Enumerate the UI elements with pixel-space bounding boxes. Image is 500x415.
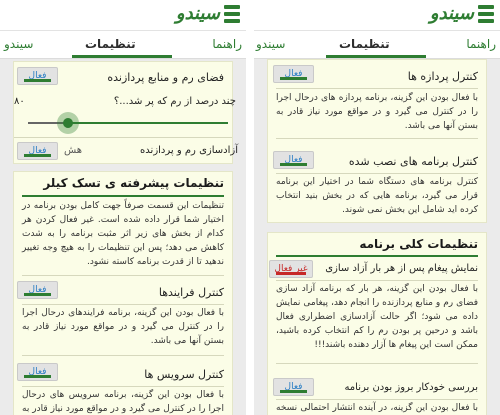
menu-icon[interactable]	[224, 4, 240, 23]
process-control-description: با فعال بودن این گزینه، برنامه پردازه ها…	[276, 93, 478, 131]
threshold-slider-thumb[interactable]	[57, 112, 79, 134]
installed-apps-description: کنترل برنامه های دستگاه شما در اختیار ای…	[276, 177, 478, 215]
process-control-description: با فعال بودن این گزینه، برنامه فرایندهای…	[22, 308, 224, 346]
service-control-title: کنترل سرویس ها	[144, 368, 224, 381]
installed-apps-toggle[interactable]: فعال	[273, 151, 314, 169]
app-logo-text: سیندو	[429, 3, 474, 24]
tab-help[interactable]: راهنما	[466, 37, 496, 51]
app-logo: سیندو	[430, 3, 494, 24]
menu-icon[interactable]	[478, 4, 494, 23]
advanced-settings-description: تنظیمات این قسمت صرفاً جهت کامل بودن برن…	[22, 201, 224, 267]
tab-sindo[interactable]: سیندو	[4, 37, 33, 51]
row-divider	[14, 137, 232, 138]
advanced-settings-card: تنظیمات پیشرفته ی تسک کیلر تنظیمات این ق…	[13, 171, 233, 415]
show-message-description: با فعال بودن این گزینه، هر بار که برنامه…	[276, 284, 478, 350]
row-divider	[276, 173, 478, 174]
row-divider	[276, 88, 478, 89]
toggle-indicator	[24, 293, 51, 296]
ram-cpu-release-partial: هش	[64, 145, 83, 156]
ram-cpu-release-toggle[interactable]: فعال	[17, 142, 58, 160]
memory-card: فضای رم و منابع پردازنده فعال چند درصد ا…	[13, 61, 238, 165]
tab-help[interactable]: راهنما	[212, 37, 242, 51]
toggle-indicator	[24, 375, 51, 378]
general-settings-card: تنظیمات کلی برنامه نمایش پیغام پس از هر …	[267, 232, 487, 415]
tab-settings[interactable]: تنظیمات	[85, 37, 136, 51]
settings-content: کنترل پردازه ها فعال با فعال بودن این گز…	[254, 59, 500, 415]
show-message-toggle[interactable]: غیر فعال	[269, 260, 313, 278]
installed-apps-title: کنترل برنامه های نصب شده	[348, 155, 478, 168]
app-bar: سیندو	[0, 0, 246, 31]
auto-update-toggle[interactable]: فعال	[273, 378, 314, 396]
tab-settings[interactable]: تنظیمات	[339, 37, 390, 51]
ram-cpu-release-title: آزادسازی رم و پردازنده	[140, 145, 238, 156]
active-tab-indicator	[72, 55, 172, 58]
toggle-indicator	[276, 272, 306, 275]
row-divider	[22, 355, 224, 356]
toggle-indicator	[280, 390, 307, 393]
row-divider	[22, 304, 224, 305]
row-divider	[22, 275, 224, 276]
active-tab-indicator	[326, 55, 426, 58]
toggle-indicator	[280, 163, 307, 166]
left-screen: سیندو راهنما تنظیمات سیندو فضای رم و منا…	[0, 0, 246, 415]
tab-sindo[interactable]: سیندو	[256, 37, 285, 51]
threshold-value: ۸٠	[14, 96, 25, 107]
threshold-slider-fill	[68, 122, 228, 124]
general-settings-title: تنظیمات کلی برنامه	[359, 237, 478, 251]
screen-divider	[246, 0, 254, 415]
toggle-indicator	[24, 154, 51, 157]
process-control-title: کنترل فرایندها	[158, 286, 224, 299]
section-rule	[276, 255, 478, 257]
auto-update-description: با فعال بودن این گزینه، در آینده انتشار …	[276, 403, 478, 413]
service-control-description: با فعال بودن این گزینه، برنامه سرویس های…	[22, 390, 224, 414]
right-screen: سیندو راهنما تنظیمات سیندو کنترل پردازه …	[254, 0, 500, 415]
row-divider	[276, 280, 478, 281]
process-control-title: کنترل پردازه ها	[407, 70, 478, 83]
row-divider	[276, 138, 478, 139]
memory-toggle[interactable]: فعال	[17, 67, 58, 85]
tab-bar: راهنما تنظیمات سیندو	[0, 31, 246, 59]
row-divider	[276, 399, 478, 400]
app-logo: سیندو	[176, 3, 240, 24]
process-control-toggle[interactable]: فعال	[273, 65, 314, 83]
control-card: کنترل پردازه ها فعال با فعال بودن این گز…	[267, 59, 487, 223]
toggle-indicator	[24, 79, 51, 82]
row-divider	[276, 363, 478, 364]
threshold-question: چند درصد از رم که پر شد...؟	[113, 96, 236, 107]
settings-content: فضای رم و منابع پردازنده فعال چند درصد ا…	[0, 59, 246, 415]
show-message-title: نمایش پیغام پس از هر بار آزاد سازی	[325, 263, 478, 274]
memory-row: فضای رم و منابع پردازنده فعال چند درصد ا…	[14, 62, 238, 165]
tab-bar: راهنما تنظیمات سیندو	[254, 31, 500, 59]
memory-title: فضای رم و منابع پردازنده	[107, 71, 224, 84]
advanced-settings-title: تنظیمات پیشرفته ی تسک کیلر	[43, 176, 224, 190]
service-control-toggle[interactable]: فعال	[17, 363, 58, 381]
toggle-indicator	[280, 77, 307, 80]
app-bar: سیندو	[254, 0, 500, 31]
process-control-toggle[interactable]: فعال	[17, 281, 58, 299]
row-divider	[22, 386, 224, 387]
app-logo-text: سیندو	[175, 3, 220, 24]
auto-update-title: بررسی خودکار بروز بودن برنامه	[344, 382, 478, 393]
section-rule	[22, 195, 224, 197]
